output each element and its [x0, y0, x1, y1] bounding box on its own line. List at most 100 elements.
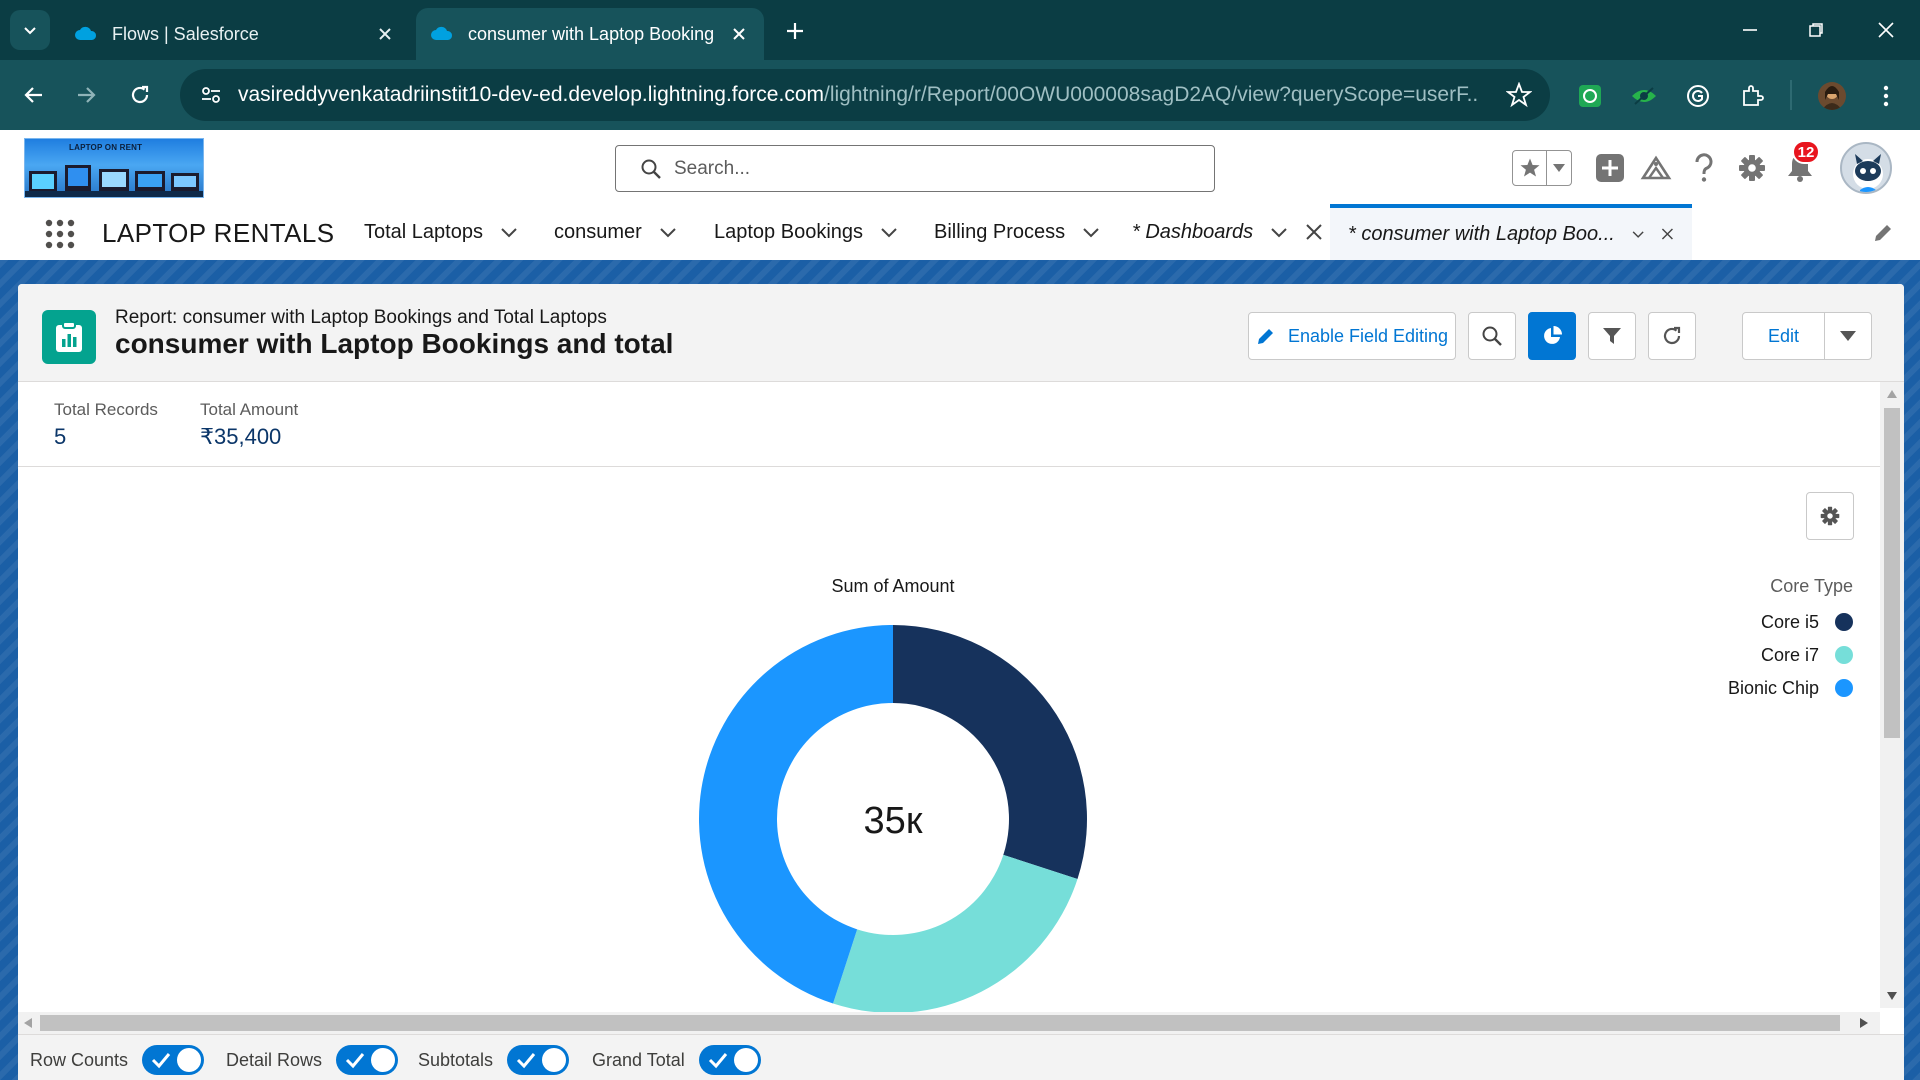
- nav-item-current-report[interactable]: * consumer with Laptop Boo...: [1330, 204, 1692, 260]
- nav-item-total-laptops[interactable]: Total Laptops: [364, 204, 519, 260]
- scroll-right-icon[interactable]: [1860, 1018, 1868, 1028]
- toggle-chart-button[interactable]: [1528, 312, 1576, 360]
- chevron-down-icon: [24, 27, 36, 35]
- donut-slice-core-i7[interactable]: [833, 854, 1078, 1013]
- close-tab-icon[interactable]: [1661, 225, 1674, 243]
- chart-settings-button[interactable]: [1806, 492, 1854, 540]
- favorites-list-button[interactable]: [1547, 151, 1571, 185]
- chevron-down-icon[interactable]: [1081, 222, 1101, 242]
- browser-tab-report[interactable]: consumer with Laptop Booking: [416, 8, 764, 60]
- close-tab-icon[interactable]: [1305, 223, 1323, 241]
- gear-icon: [1820, 506, 1840, 526]
- nav-item-billing-process[interactable]: Billing Process: [934, 204, 1101, 260]
- horizontal-scroll-thumb[interactable]: [40, 1015, 1840, 1031]
- scroll-up-icon[interactable]: [1887, 390, 1897, 398]
- user-avatar[interactable]: [1840, 142, 1892, 194]
- detail-rows-switch[interactable]: [336, 1045, 399, 1075]
- check-icon: [517, 1053, 536, 1069]
- toggle-row-counts[interactable]: Row Counts: [30, 1045, 205, 1075]
- trailhead-button[interactable]: [1640, 152, 1672, 184]
- gear-icon: [1739, 155, 1765, 181]
- chevron-down-icon[interactable]: [879, 222, 899, 242]
- app-launcher-icon[interactable]: [44, 218, 76, 250]
- nav-item-laptop-bookings[interactable]: Laptop Bookings: [714, 204, 899, 260]
- tab-search-button[interactable]: [10, 10, 50, 50]
- forward-button[interactable]: [68, 77, 104, 113]
- global-search[interactable]: [615, 145, 1215, 192]
- plus-icon: [787, 23, 803, 39]
- edit-button[interactable]: Edit: [1743, 313, 1825, 359]
- setup-button[interactable]: [1736, 152, 1768, 184]
- nav-item-consumer[interactable]: consumer: [554, 204, 678, 260]
- edit-menu-button[interactable]: [1825, 313, 1871, 359]
- profile-avatar[interactable]: [1818, 82, 1846, 110]
- search-icon: [1482, 326, 1502, 346]
- row-counts-switch[interactable]: [142, 1045, 205, 1075]
- enable-field-editing-button[interactable]: Enable Field Editing: [1248, 312, 1456, 360]
- report-icon: [42, 310, 96, 364]
- chevron-down-icon[interactable]: [499, 222, 519, 242]
- global-actions-button[interactable]: [1594, 152, 1626, 184]
- bookmark-star-icon[interactable]: [1506, 82, 1532, 108]
- browser-tab-flows[interactable]: Flows | Salesforce: [60, 8, 410, 60]
- grand-total-switch[interactable]: [698, 1045, 761, 1075]
- filter-funnel-icon: [1603, 328, 1621, 344]
- nav-item-dashboards[interactable]: * Dashboards: [1132, 204, 1323, 260]
- scroll-down-icon[interactable]: [1887, 992, 1897, 1000]
- toggle-subtotals[interactable]: Subtotals: [418, 1045, 570, 1075]
- logo-text: LAPTOP ON RENT: [69, 143, 143, 152]
- legend-item-core-i7[interactable]: Core i7: [1578, 643, 1853, 667]
- scroll-left-icon[interactable]: [24, 1018, 32, 1028]
- filter-button[interactable]: [1588, 312, 1636, 360]
- report-card: Report: consumer with Laptop Bookings an…: [18, 284, 1904, 1080]
- chevron-down-icon[interactable]: [658, 222, 678, 242]
- extensions-puzzle-icon[interactable]: [1738, 82, 1766, 110]
- help-question-icon: [1695, 153, 1713, 182]
- favorites-button[interactable]: [1513, 151, 1547, 185]
- app-logo[interactable]: LAPTOP ON RENT: [24, 138, 204, 198]
- site-info-icon[interactable]: [196, 80, 226, 110]
- vertical-scrollbar[interactable]: [1880, 382, 1904, 1008]
- new-tab-button[interactable]: [780, 16, 810, 46]
- subtotals-switch[interactable]: [507, 1045, 570, 1075]
- legend-item-bionic-chip[interactable]: Bionic Chip: [1578, 676, 1853, 700]
- nav-item-label: Laptop Bookings: [714, 220, 864, 243]
- toggle-grand-total[interactable]: Grand Total: [592, 1045, 761, 1075]
- chevron-down-icon[interactable]: [1631, 224, 1645, 244]
- search-report-button[interactable]: [1468, 312, 1516, 360]
- address-bar[interactable]: vasireddyvenkatadriinstit10-dev-ed.devel…: [180, 69, 1550, 121]
- refresh-button[interactable]: [1648, 312, 1696, 360]
- reload-button[interactable]: [122, 77, 158, 113]
- nav-item-label: * consumer with Laptop Boo...: [1348, 222, 1615, 245]
- vertical-scroll-thumb[interactable]: [1884, 408, 1900, 738]
- edit-nav-pencil-icon[interactable]: [1872, 222, 1894, 244]
- nav-item-label: Total Laptops: [364, 220, 483, 243]
- url-host: vasireddyvenkatadriinstit10-dev-ed.devel…: [238, 83, 824, 106]
- tab-title: Flows | Salesforce: [112, 23, 259, 44]
- horizontal-scrollbar[interactable]: [18, 1012, 1880, 1034]
- close-tab-icon[interactable]: [728, 23, 750, 45]
- total-records-value: 5: [54, 424, 67, 449]
- browser-menu-button[interactable]: [1872, 82, 1900, 110]
- legend-item-core-i5[interactable]: Core i5: [1578, 610, 1853, 634]
- enable-field-editing-label: Enable Field Editing: [1287, 325, 1449, 346]
- restore-button[interactable]: [1796, 14, 1836, 46]
- extension-green-icon[interactable]: [1576, 82, 1604, 110]
- total-records-label: Total Records: [54, 400, 158, 419]
- back-button[interactable]: [16, 77, 52, 113]
- close-window-button[interactable]: [1866, 14, 1906, 46]
- minimize-button[interactable]: [1730, 14, 1770, 46]
- close-tab-icon[interactable]: [374, 23, 396, 45]
- search-input[interactable]: [674, 157, 1194, 180]
- legend-dot: [1835, 679, 1853, 697]
- chevron-down-icon[interactable]: [1269, 222, 1289, 242]
- extension-eye-icon[interactable]: [1630, 82, 1658, 110]
- summary-divider: [18, 466, 1880, 467]
- toggle-detail-rows[interactable]: Detail Rows: [226, 1045, 399, 1075]
- grammarly-icon[interactable]: [1684, 82, 1712, 110]
- star-icon: [1520, 158, 1539, 177]
- legend-dot: [1835, 646, 1853, 664]
- toggle-label: Detail Rows: [226, 1049, 323, 1070]
- help-button[interactable]: [1688, 152, 1720, 184]
- favorites-group: [1512, 150, 1572, 186]
